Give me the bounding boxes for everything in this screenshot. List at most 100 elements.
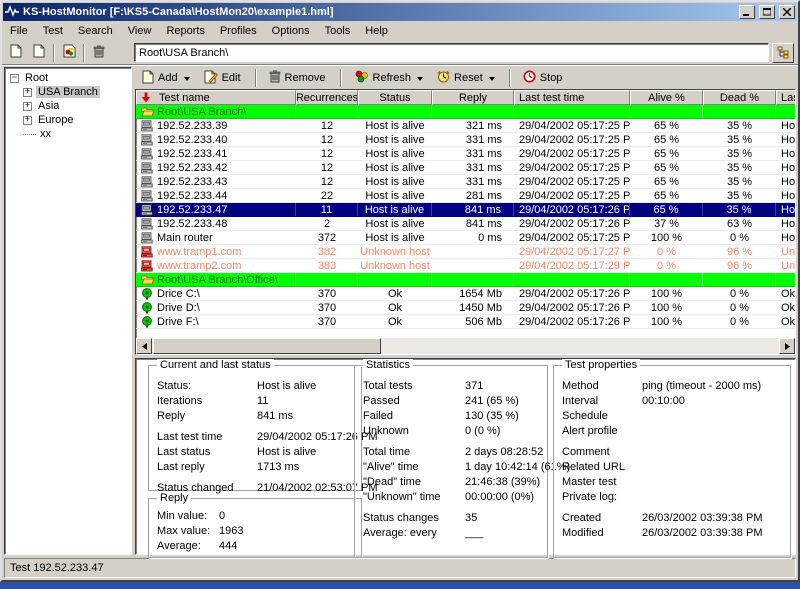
cell-reply: 841 ms (432, 217, 514, 230)
cell-reply: 331 ms (432, 147, 514, 160)
group-row[interactable]: Root\USA Branch\Office\ (136, 273, 796, 287)
detail-value: 371 (465, 380, 483, 392)
group-row[interactable]: Root\USA Branch\ (136, 105, 796, 119)
tree-item-root[interactable]: −Root (7, 71, 129, 85)
test-row[interactable]: 192.52.233.4422Host is alive281 ms29/04/… (136, 189, 796, 203)
stop-button[interactable]: Stop (518, 67, 570, 89)
maximize-button[interactable] (759, 5, 775, 19)
column-header-reply[interactable]: Reply (432, 90, 514, 105)
remove-button[interactable]: Remove (264, 67, 333, 89)
cell-recurrences (296, 105, 358, 118)
host-icon (141, 162, 154, 174)
test-row[interactable]: 192.52.233.4012Host is alive331 ms29/04/… (136, 133, 796, 147)
scrollbar-track[interactable] (381, 338, 779, 354)
scroll-left-button[interactable] (136, 338, 152, 354)
menu-item-file[interactable]: File (3, 23, 36, 39)
toolbar-separator (509, 69, 511, 87)
test-name-label: Main router (157, 232, 213, 244)
expand-icon[interactable]: + (23, 88, 32, 97)
test-row[interactable]: Drice C:\370Ok1654 Mb29/04/2002 05:17:26… (136, 287, 796, 301)
cell-last-status: Host is alive (776, 189, 796, 202)
test-row[interactable]: 192.52.233.3912Host is alive321 ms29/04/… (136, 119, 796, 133)
test-row[interactable]: www.tramp1.com382Unknown host29/04/2002 … (136, 245, 796, 259)
column-header-dead-[interactable]: Dead % (703, 90, 776, 105)
cell-last-status: Ok (776, 287, 796, 300)
column-header-status[interactable]: Status (358, 90, 432, 105)
minimize-button[interactable] (739, 5, 755, 19)
cell-recurrences: 370 (296, 287, 358, 300)
folder-tree-button[interactable] (772, 43, 794, 63)
column-header-last-status[interactable]: Last status (776, 90, 796, 105)
cell-last-test-time: 29/04/2002 05:17:25 PM (514, 133, 630, 146)
quick-toolbar-button-1[interactable] (5, 43, 27, 63)
address-input[interactable] (134, 43, 769, 62)
column-header-alive-[interactable]: Alive % (630, 90, 703, 105)
test-row[interactable]: 192.52.233.482Host is alive841 ms29/04/2… (136, 217, 796, 231)
test-name-label: www.tramp1.com (157, 246, 241, 258)
edit-button[interactable]: Edit (199, 67, 248, 90)
expand-icon[interactable]: + (23, 116, 32, 125)
test-row[interactable]: 192.52.233.4212Host is alive331 ms29/04/… (136, 161, 796, 175)
collapse-icon[interactable]: − (10, 74, 19, 83)
tree-item-europe[interactable]: +Europe (7, 113, 129, 127)
cell-last-status: Ok (776, 301, 796, 314)
test-name-cell: Drive F:\ (136, 315, 296, 328)
test-row[interactable]: Drive D:\370Ok1450 Mb29/04/2002 05:17:26… (136, 301, 796, 315)
tree-item-usa-branch[interactable]: +USA Branch (7, 85, 129, 99)
detail-label: Modified (562, 527, 642, 539)
cell-dead-: 35 % (703, 203, 776, 216)
test-name-cell: Main router (136, 231, 296, 244)
menu-item-view[interactable]: View (121, 23, 160, 39)
test-row[interactable]: 192.52.233.4112Host is alive331 ms29/04/… (136, 147, 796, 161)
detail-label: Unknown (363, 425, 465, 437)
column-header-last-test-time[interactable]: Last test time (514, 90, 630, 105)
tree-item-asia[interactable]: +Asia (7, 99, 129, 113)
cell-dead-: 0 % (703, 315, 776, 328)
detail-value: 841 ms (257, 410, 293, 422)
cell-status: Host is alive (358, 119, 432, 132)
scrollbar-thumb[interactable] (153, 338, 381, 354)
quick-toolbar-button-2[interactable] (28, 43, 50, 63)
tree-item-label: Root (23, 72, 50, 84)
menu-item-options[interactable]: Options (265, 23, 318, 39)
add-button[interactable]: Add (137, 67, 197, 90)
expand-icon[interactable]: + (23, 102, 32, 111)
cell-recurrences: 12 (296, 175, 358, 188)
menu-item-reports[interactable]: Reports (159, 23, 213, 39)
cell-last-test-time (514, 273, 630, 286)
detail-row: Modified26/03/2002 03:39:38 PM (562, 525, 786, 540)
column-header-test-name[interactable]: Test name (136, 90, 296, 105)
test-name-cell: Root\USA Branch\ (136, 105, 296, 118)
column-header-label: Dead % (720, 92, 759, 104)
detail-label: "Unknown" time (363, 491, 465, 503)
cell-reply: 321 ms (432, 119, 514, 132)
quick-toolbar-button-3[interactable] (58, 43, 80, 63)
test-row[interactable]: 192.52.233.4312Host is alive331 ms29/04/… (136, 175, 796, 189)
dropdown-arrow-icon[interactable] (184, 77, 190, 84)
column-header-recurrences[interactable]: Recurrences (296, 90, 358, 105)
menu-item-profiles[interactable]: Profiles (213, 23, 265, 39)
scroll-right-button[interactable] (779, 338, 795, 354)
tree-item-xx[interactable]: xx (7, 127, 129, 141)
menu-item-search[interactable]: Search (71, 23, 121, 39)
menu-item-tools[interactable]: Tools (318, 23, 359, 39)
close-button[interactable] (779, 5, 795, 19)
menu-item-test[interactable]: Test (36, 23, 71, 39)
horizontal-scrollbar[interactable] (136, 338, 795, 354)
dropdown-arrow-icon[interactable] (417, 77, 423, 84)
host-icon (141, 134, 154, 146)
test-row[interactable]: www.tramp2.com383Unknown host29/04/2002 … (136, 259, 796, 273)
refresh-button[interactable]: Refresh (349, 67, 431, 89)
dropdown-arrow-icon[interactable] (489, 77, 495, 84)
test-row[interactable]: Drive F:\370Ok506 Mb29/04/2002 05:17:26 … (136, 315, 796, 329)
menu-item-help[interactable]: Help (358, 23, 396, 39)
reset-button[interactable]: Reset (432, 67, 502, 89)
test-row[interactable]: 192.52.233.4711Host is alive841 ms29/04/… (136, 203, 796, 217)
quick-toolbar-button-4[interactable] (88, 43, 110, 63)
cell-status: Ok (358, 287, 432, 300)
title-bar[interactable]: KS-HostMonitor [F:\KS5-Canada\HostMon20\… (3, 3, 797, 21)
test-row[interactable]: Main router372Host is alive0 ms29/04/200… (136, 231, 796, 245)
cell-last-test-time: 29/04/2002 05:17:29 PM (514, 259, 630, 272)
cell-last-test-time (514, 105, 630, 118)
test-name-cell: www.tramp2.com (136, 259, 296, 272)
